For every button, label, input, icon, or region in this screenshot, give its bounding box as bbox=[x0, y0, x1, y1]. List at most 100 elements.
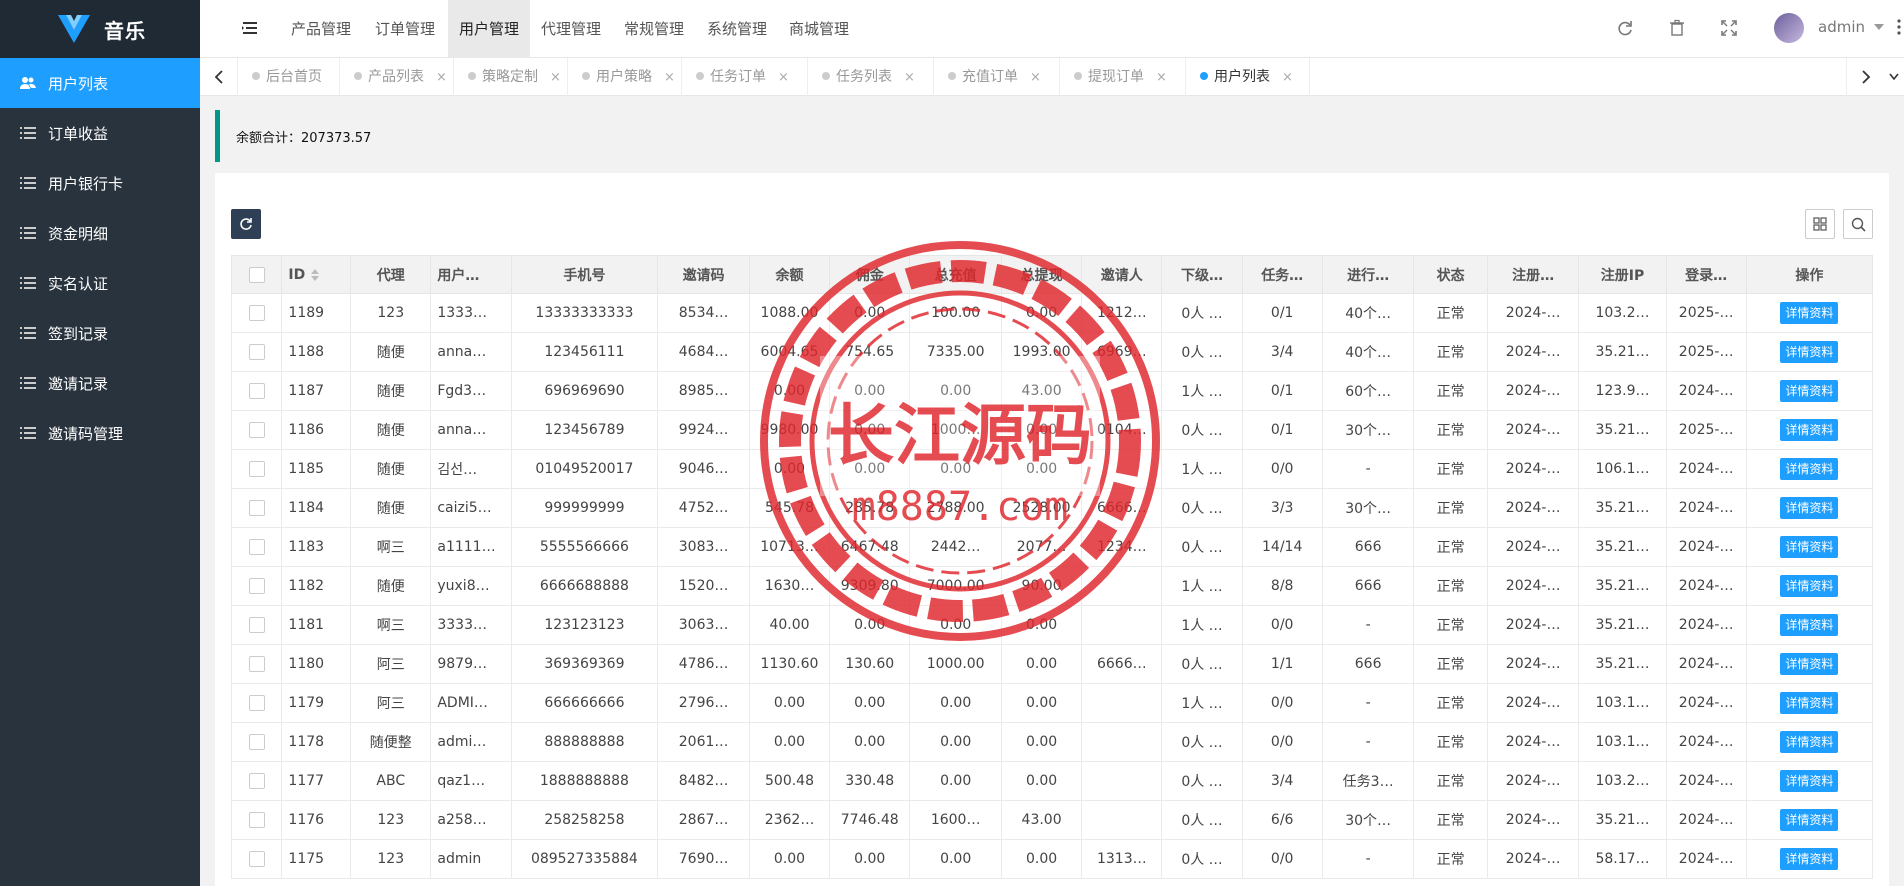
row-select-cell bbox=[230, 449, 283, 489]
table-cell: 1130.60 bbox=[748, 644, 831, 684]
row-checkbox[interactable] bbox=[248, 656, 265, 672]
table-cell: 2024-… bbox=[1486, 644, 1580, 684]
table-cell: 9924… bbox=[657, 410, 750, 450]
sidebar-item[interactable]: 订单收益 bbox=[0, 108, 200, 158]
sidebar-item[interactable]: 邀请记录 bbox=[0, 358, 200, 408]
row-checkbox[interactable] bbox=[248, 500, 265, 516]
page-tabs-bar: 后台首页 产品列表 × 策略定制 × 用户策略 × 任务订单 × 任务列表 × 充值订单 × 提现订单 × 用… bbox=[200, 58, 1904, 96]
nav-tab[interactable]: 商城管理 bbox=[778, 0, 860, 58]
nav-tab[interactable]: 订单管理 bbox=[362, 0, 448, 58]
sidebar-item[interactable]: 用户银行卡 bbox=[0, 158, 200, 208]
table-cell: 0.00 bbox=[829, 293, 911, 333]
nav-tab[interactable]: 代理管理 bbox=[530, 0, 612, 58]
sort-icon[interactable] bbox=[311, 268, 320, 281]
close-icon[interactable]: × bbox=[1030, 70, 1041, 85]
table-cell: 0.00 bbox=[748, 839, 831, 879]
row-checkbox[interactable] bbox=[248, 851, 265, 867]
detail-button[interactable]: 详情资料 bbox=[1780, 653, 1839, 675]
row-checkbox[interactable] bbox=[248, 422, 265, 438]
tabs-menu[interactable] bbox=[1884, 58, 1904, 96]
page-tab[interactable]: 提现订单 × bbox=[1060, 58, 1186, 96]
sidebar: 音乐 用户列表 订单收益用户银行卡资金明细 实名认证 签到记录 邀请记录 邀请码管理 bbox=[0, 0, 200, 886]
sidebar-item[interactable]: 实名认证 bbox=[0, 258, 200, 308]
row-checkbox[interactable] bbox=[248, 812, 265, 828]
page-tab[interactable]: 后台首页 bbox=[238, 58, 340, 96]
menu-toggle-icon[interactable] bbox=[240, 18, 260, 38]
detail-button[interactable]: 详情资料 bbox=[1780, 419, 1839, 441]
table-cell: 2024-… bbox=[1486, 722, 1580, 762]
detail-button[interactable]: 详情资料 bbox=[1780, 575, 1839, 597]
detail-button[interactable]: 详情资料 bbox=[1780, 848, 1839, 870]
sidebar-item[interactable]: 邀请码管理 bbox=[0, 408, 200, 458]
row-checkbox[interactable] bbox=[248, 344, 265, 360]
table-cell: 6666688888 bbox=[510, 566, 659, 606]
detail-button[interactable]: 详情资料 bbox=[1780, 497, 1839, 519]
detail-button[interactable]: 详情资料 bbox=[1780, 302, 1839, 324]
user-name[interactable]: admin bbox=[1818, 18, 1865, 36]
close-icon[interactable]: × bbox=[904, 70, 915, 85]
row-checkbox[interactable] bbox=[248, 383, 265, 399]
row-checkbox[interactable] bbox=[248, 578, 265, 594]
table-cell: 9879… bbox=[430, 644, 512, 684]
detail-button[interactable]: 详情资料 bbox=[1780, 458, 1839, 480]
tabs-scroll-left[interactable] bbox=[200, 58, 238, 96]
close-icon[interactable]: × bbox=[1282, 70, 1293, 85]
close-icon[interactable]: × bbox=[550, 70, 561, 85]
nav-tab[interactable]: 用户管理 bbox=[448, 0, 530, 58]
select-all-checkbox[interactable] bbox=[248, 266, 265, 283]
row-checkbox[interactable] bbox=[248, 461, 265, 477]
detail-button[interactable]: 详情资料 bbox=[1780, 614, 1839, 636]
table-refresh-button[interactable] bbox=[231, 209, 261, 239]
page-tab[interactable]: 任务列表 × bbox=[808, 58, 934, 96]
close-icon[interactable]: × bbox=[1156, 70, 1167, 85]
close-icon[interactable]: × bbox=[778, 70, 789, 85]
table-search-button[interactable] bbox=[1843, 209, 1873, 239]
fullscreen-icon[interactable] bbox=[1720, 19, 1738, 37]
row-checkbox[interactable] bbox=[248, 617, 265, 633]
page-tab[interactable]: 产品列表 × bbox=[340, 58, 454, 96]
chevron-down-icon[interactable] bbox=[1874, 24, 1884, 30]
detail-button[interactable]: 详情资料 bbox=[1780, 380, 1839, 402]
page-tab[interactable]: 任务订单 × bbox=[682, 58, 808, 96]
trash-icon[interactable] bbox=[1668, 19, 1686, 37]
tabs-scroll-right[interactable] bbox=[1846, 58, 1884, 96]
sidebar-item[interactable]: 用户列表 bbox=[0, 58, 200, 108]
row-checkbox[interactable] bbox=[248, 695, 265, 711]
page-tab[interactable]: 策略定制 × bbox=[454, 58, 568, 96]
nav-tab[interactable]: 系统管理 bbox=[696, 0, 778, 58]
detail-button[interactable]: 详情资料 bbox=[1780, 809, 1839, 831]
nav-tab[interactable]: 产品管理 bbox=[280, 0, 362, 58]
column-header: 注册… bbox=[1486, 255, 1580, 294]
detail-button[interactable]: 详情资料 bbox=[1780, 341, 1839, 363]
sidebar-item[interactable]: 签到记录 bbox=[0, 308, 200, 358]
table-cell: 1993.00 bbox=[1000, 332, 1083, 372]
row-select-cell bbox=[230, 644, 283, 684]
close-icon[interactable]: × bbox=[664, 70, 675, 85]
refresh-icon[interactable] bbox=[1616, 19, 1634, 37]
row-checkbox[interactable] bbox=[248, 305, 265, 321]
detail-button[interactable]: 详情资料 bbox=[1780, 692, 1839, 714]
row-checkbox[interactable] bbox=[248, 773, 265, 789]
nav-tab[interactable]: 常规管理 bbox=[612, 0, 696, 58]
row-checkbox[interactable] bbox=[248, 734, 265, 750]
close-icon[interactable]: × bbox=[436, 70, 447, 85]
avatar[interactable] bbox=[1774, 13, 1804, 43]
page-tab[interactable]: 用户策略 × bbox=[568, 58, 682, 96]
detail-button[interactable]: 详情资料 bbox=[1780, 731, 1839, 753]
column-header[interactable]: ID bbox=[281, 255, 352, 294]
sidebar-item-label: 用户银行卡 bbox=[48, 174, 124, 193]
table-cell: 0.00 bbox=[829, 605, 911, 645]
page-tab[interactable]: 充值订单 × bbox=[934, 58, 1060, 96]
more-vertical-icon[interactable] bbox=[1896, 16, 1902, 38]
table-cell: 正常 bbox=[1413, 761, 1488, 801]
detail-button[interactable]: 详情资料 bbox=[1780, 536, 1839, 558]
logo[interactable]: 音乐 bbox=[0, 0, 200, 58]
table-cell: 0.00 bbox=[1000, 293, 1083, 333]
sidebar-item[interactable]: 资金明细 bbox=[0, 208, 200, 258]
columns-toggle-button[interactable] bbox=[1805, 209, 1835, 239]
detail-button[interactable]: 详情资料 bbox=[1780, 770, 1839, 792]
row-checkbox[interactable] bbox=[248, 539, 265, 555]
user-list-card: ID 代理 用户… 手机号 邀请码 余额 佣金 总充值 总提现 邀请人 下级… 任务… 进行… 状态 注册…… bbox=[215, 173, 1889, 886]
table-cell: 1182 bbox=[281, 566, 352, 606]
page-tab[interactable]: 用户列表 × bbox=[1186, 58, 1310, 96]
